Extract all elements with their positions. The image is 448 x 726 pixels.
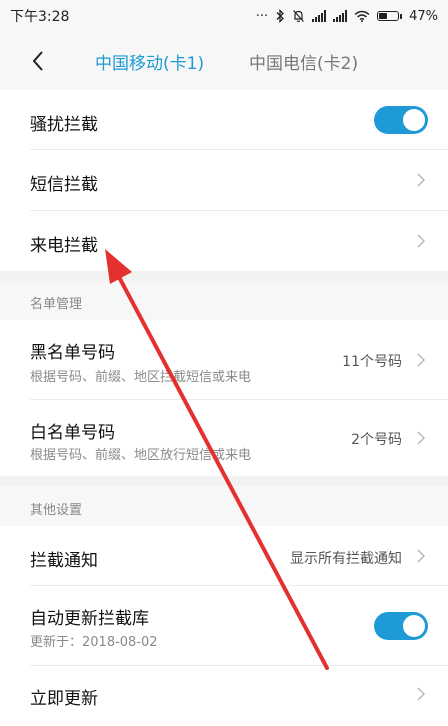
whitelist-subtitle: 根据号码、前缀、地区放行短信或来电 <box>30 448 252 463</box>
section-header-lists: 名单管理 <box>0 281 448 320</box>
harass-intercept-toggle[interactable] <box>374 106 428 134</box>
back-arrow-icon[interactable] <box>26 46 56 76</box>
intercept-notify-title: 拦截通知 <box>30 551 98 571</box>
sms-intercept-label: 短信拦截 <box>30 175 98 195</box>
call-intercept-label: 来电拦截 <box>30 236 98 256</box>
harass-intercept-label: 骚扰拦截 <box>30 115 98 135</box>
whitelist-title: 白名单号码 <box>30 423 115 443</box>
sms-intercept-row[interactable]: 短信拦截 <box>0 150 448 211</box>
whitelist-count: 2个号码 <box>351 432 402 448</box>
intercept-notify-value: 显示所有拦截通知 <box>290 551 402 567</box>
whitelist-row[interactable]: 白名单号码 根据号码、前缀、地区放行短信或来电 2个号码 <box>0 400 448 476</box>
auto-update-title: 自动更新拦截库 <box>30 609 149 629</box>
chevron-right-icon <box>417 431 426 445</box>
update-now-title: 立即更新 <box>30 689 98 709</box>
status-time: 下午3:28 <box>10 9 70 25</box>
signal-sim1-icon <box>312 10 327 22</box>
intercept-notify-row[interactable]: 拦截通知 显示所有拦截通知 <box>0 526 448 586</box>
section-label-lists: 名单管理 <box>30 297 83 312</box>
status-bar: 下午3:28 ··· 47% <box>0 0 448 32</box>
chevron-right-icon <box>417 549 426 563</box>
blacklist-row[interactable]: 黑名单号码 根据号码、前缀、地区拦截短信或来电 11个号码 <box>0 320 448 400</box>
battery-percent: 47% <box>409 8 438 24</box>
auto-update-subtitle: 更新于：2018-08-02 <box>30 635 158 650</box>
blacklist-title: 黑名单号码 <box>30 343 115 363</box>
blacklist-count: 11个号码 <box>342 354 402 370</box>
auto-update-row[interactable]: 自动更新拦截库 更新于：2018-08-02 <box>0 586 448 666</box>
chevron-right-icon <box>417 173 426 187</box>
chevron-right-icon <box>417 234 426 248</box>
section-gap <box>0 476 448 486</box>
status-icons: ··· 47% <box>256 9 438 24</box>
call-intercept-row[interactable]: 来电拦截 <box>0 211 448 271</box>
harass-intercept-row[interactable]: 骚扰拦截 <box>0 90 448 150</box>
signal-sim2-icon <box>333 10 348 22</box>
mute-bell-icon <box>293 10 305 22</box>
update-now-row[interactable]: 立即更新 <box>0 666 448 726</box>
tab-sim1[interactable]: 中国移动(卡1) <box>95 49 204 74</box>
header: 中国移动(卡1) 中国电信(卡2) <box>0 32 448 90</box>
tab-sim2[interactable]: 中国电信(卡2) <box>249 49 358 74</box>
chevron-right-icon <box>417 353 426 367</box>
section-label-other: 其他设置 <box>30 503 83 518</box>
chevron-right-icon <box>417 687 426 701</box>
bluetooth-icon <box>276 9 285 23</box>
blacklist-subtitle: 根据号码、前缀、地区拦截短信或来电 <box>30 370 252 385</box>
auto-update-toggle[interactable] <box>374 612 428 640</box>
section-gap <box>0 271 448 281</box>
battery-icon <box>377 11 403 21</box>
more-dots-icon: ··· <box>255 8 269 24</box>
section-header-other: 其他设置 <box>0 486 448 526</box>
wifi-icon <box>354 10 370 22</box>
